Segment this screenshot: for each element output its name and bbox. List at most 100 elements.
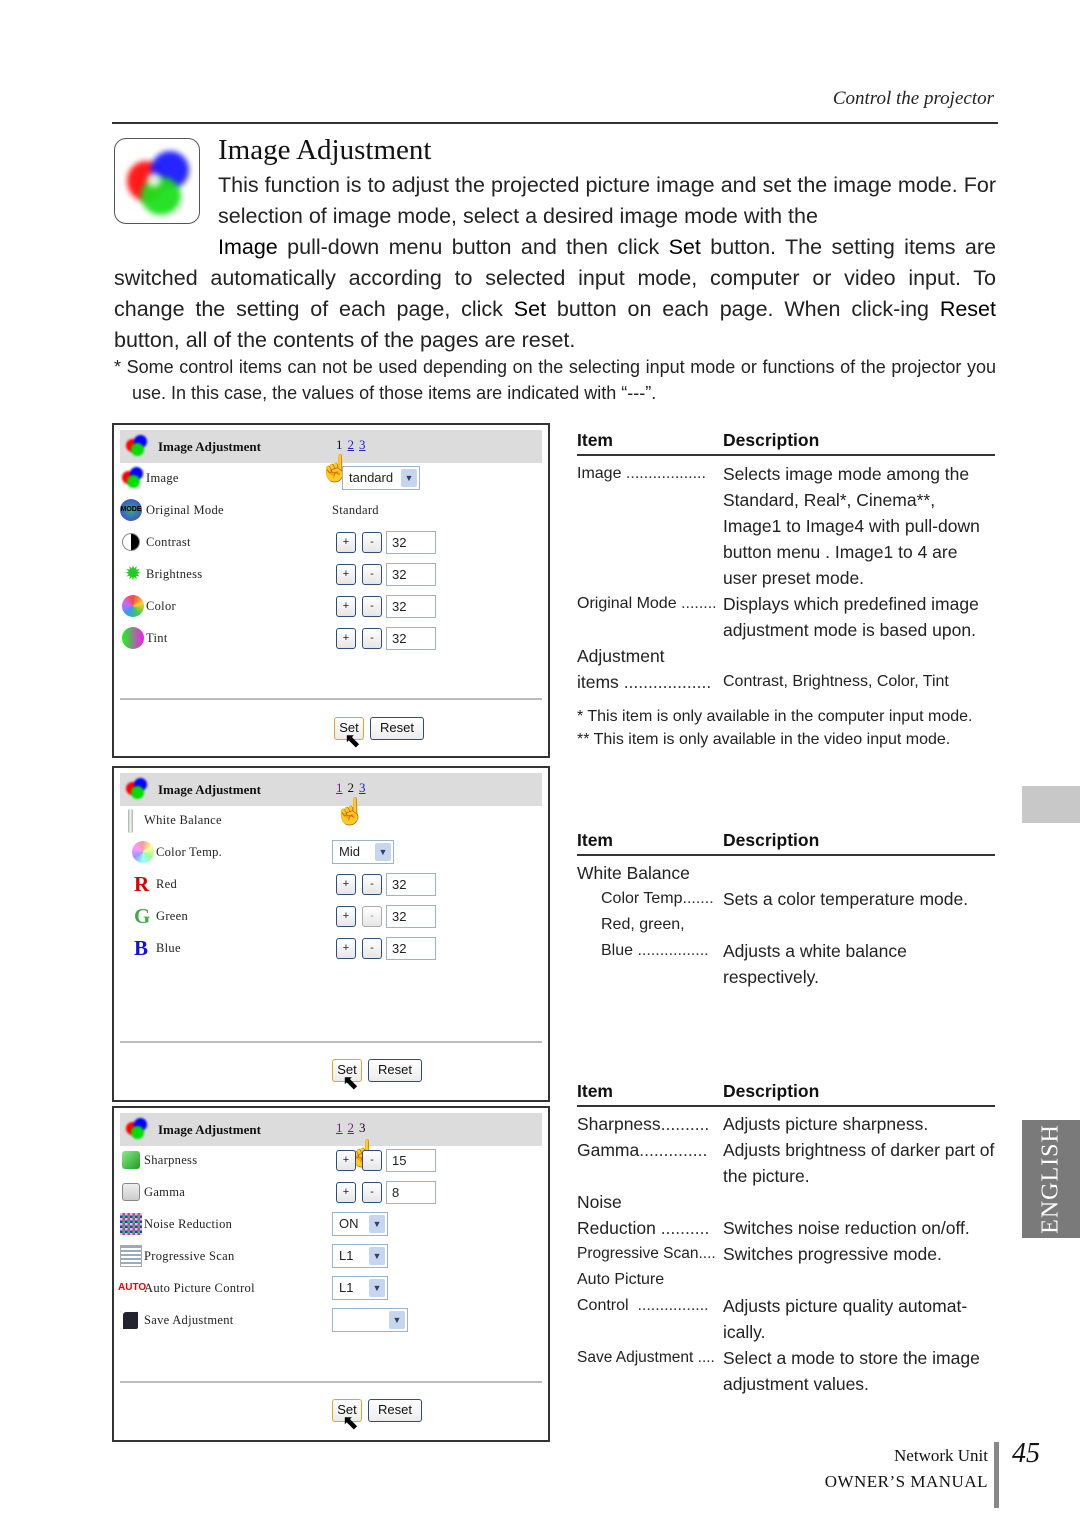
- rgb-circles-icon: [126, 1118, 148, 1140]
- panel-title: Image Adjustment: [158, 439, 261, 454]
- item-label: Reduction: [577, 1218, 656, 1238]
- item-label: Color Temp.: [601, 890, 687, 907]
- item-description: Select a mode to store the image adjustm…: [723, 1348, 980, 1394]
- color-wheel-icon: [132, 841, 154, 863]
- item-description: Adjusts picture sharpness.: [723, 1114, 929, 1134]
- increase-button[interactable]: +: [336, 1182, 356, 1203]
- increase-button[interactable]: +: [336, 564, 356, 585]
- letter-b-icon: B: [134, 936, 149, 960]
- description-table-1: Item Description Image .................…: [577, 430, 995, 751]
- row-sharpness: Sharpness + - 15: [114, 1146, 548, 1176]
- color-value-field[interactable]: 32: [386, 595, 436, 618]
- row-progressive-scan: Progressive Scan L1 ▼: [114, 1242, 548, 1272]
- item-label: Progressive Scan: [577, 1245, 699, 1262]
- page-1-link[interactable]: 1: [336, 780, 343, 795]
- increase-button[interactable]: +: [336, 938, 356, 959]
- contrast-icon: [122, 533, 140, 551]
- table-header: Item Description: [577, 830, 995, 856]
- row-contrast: Contrast + - 32: [114, 528, 548, 558]
- mode-icon: MODE: [120, 499, 142, 521]
- page-1-link[interactable]: 1: [336, 1120, 343, 1135]
- table-row: Noise Reduction .......... Switches nois…: [577, 1189, 995, 1241]
- page-1-current: 1: [336, 437, 343, 452]
- item-name: Sharpness..........: [577, 1111, 723, 1137]
- increase-button[interactable]: +: [336, 1150, 356, 1171]
- select-value: L1: [339, 1280, 354, 1295]
- increase-button[interactable]: +: [336, 596, 356, 617]
- decrease-button[interactable]: -: [362, 596, 382, 617]
- noise-reduction-select[interactable]: ON ▼: [332, 1212, 388, 1236]
- chevron-down-icon: ▼: [389, 1311, 405, 1329]
- footer-manual: OWNER’S MANUAL: [824, 1472, 988, 1491]
- row-label: Gamma: [144, 1185, 186, 1199]
- table-row: Progressive Scan.... Switches progressiv…: [577, 1241, 995, 1267]
- intro-text: button on each page. When click-ing: [546, 297, 940, 321]
- contrast-value-field[interactable]: 32: [386, 531, 436, 554]
- page-3-link[interactable]: 3: [359, 437, 366, 452]
- row-original-mode: MODE Original Mode Standard: [114, 496, 548, 526]
- row-tint: Tint + - 32: [114, 624, 548, 654]
- item-name: Image ..................: [577, 461, 723, 487]
- reset-button[interactable]: Reset: [368, 1399, 422, 1422]
- red-value-field[interactable]: 32: [386, 873, 436, 896]
- color-sphere-icon: [122, 595, 144, 617]
- section-title: Image Adjustment: [218, 134, 432, 166]
- increase-button[interactable]: +: [336, 532, 356, 553]
- decrease-button[interactable]: -: [362, 1182, 382, 1203]
- intro-line1: This function is to adjust the projected…: [218, 173, 996, 228]
- item-name: Reduction ..........: [577, 1215, 723, 1241]
- row-color: Color + - 32: [114, 592, 548, 622]
- tint-value-field[interactable]: 32: [386, 627, 436, 650]
- item-name: Control ................: [577, 1293, 723, 1319]
- kw-image: Image: [218, 235, 278, 259]
- decrease-button[interactable]: -: [362, 564, 382, 585]
- reset-button[interactable]: Reset: [370, 717, 424, 740]
- decrease-button[interactable]: -: [362, 874, 382, 895]
- decrease-button[interactable]: -: [362, 628, 382, 649]
- table-row: Color Temp....... Sets a color temperatu…: [577, 886, 995, 912]
- row-color-temp: Color Temp. Mid ▼: [114, 838, 548, 868]
- row-label: Save Adjustment: [144, 1313, 234, 1327]
- item-name: Save Adjustment ....: [577, 1345, 723, 1371]
- brightness-value-field[interactable]: 32: [386, 563, 436, 586]
- gamma-value-field[interactable]: 8: [386, 1181, 436, 1204]
- sharpness-value-field[interactable]: 15: [386, 1149, 436, 1172]
- item-description: Adjusts a white balance respectively.: [723, 941, 907, 987]
- item-label: Adjustment: [577, 646, 665, 666]
- save-adjustment-select[interactable]: ▼: [332, 1308, 408, 1332]
- page-2-link[interactable]: 2: [348, 437, 355, 452]
- row-label: Tint: [146, 631, 168, 645]
- leader-dots: ................: [637, 1297, 709, 1314]
- item-label: items: [577, 672, 619, 692]
- row-save-adjustment: Save Adjustment ▼: [114, 1306, 548, 1336]
- chevron-down-icon: ▼: [401, 469, 417, 487]
- table-header: Item Description: [577, 1081, 995, 1107]
- decrease-button[interactable]: -: [362, 532, 382, 553]
- leader-dots: ..................: [625, 465, 706, 482]
- decrease-button[interactable]: -: [362, 906, 382, 927]
- page-2-link[interactable]: 2: [348, 1120, 355, 1135]
- green-value-field[interactable]: 32: [386, 905, 436, 928]
- decrease-button[interactable]: -: [362, 1150, 382, 1171]
- page-3-link[interactable]: 3: [359, 780, 366, 795]
- decrease-button[interactable]: -: [362, 938, 382, 959]
- col-item: Item: [577, 1081, 613, 1101]
- running-head: Control the projector: [832, 88, 994, 109]
- item-label: Control: [577, 1297, 629, 1314]
- increase-button[interactable]: +: [336, 628, 356, 649]
- progressive-scan-select[interactable]: L1 ▼: [332, 1244, 388, 1268]
- increase-button[interactable]: +: [336, 874, 356, 895]
- language-tab: ENGLISH: [1022, 1120, 1080, 1238]
- table-row: Save Adjustment .... Select a mode to st…: [577, 1345, 995, 1397]
- table-row: Adjustment items .................. Cont…: [577, 643, 995, 695]
- item-label: Blue: [601, 942, 634, 959]
- blue-value-field[interactable]: 32: [386, 937, 436, 960]
- auto-picture-control-select[interactable]: L1 ▼: [332, 1276, 388, 1300]
- row-label: Contrast: [146, 535, 191, 549]
- reset-button[interactable]: Reset: [368, 1059, 422, 1082]
- table-row: Auto Picture Control ................ Ad…: [577, 1267, 995, 1345]
- color-temp-select[interactable]: Mid ▼: [332, 840, 394, 864]
- increase-button[interactable]: +: [336, 906, 356, 927]
- page-links: 123: [336, 780, 371, 796]
- image-mode-select[interactable]: tandard ▼: [342, 466, 420, 490]
